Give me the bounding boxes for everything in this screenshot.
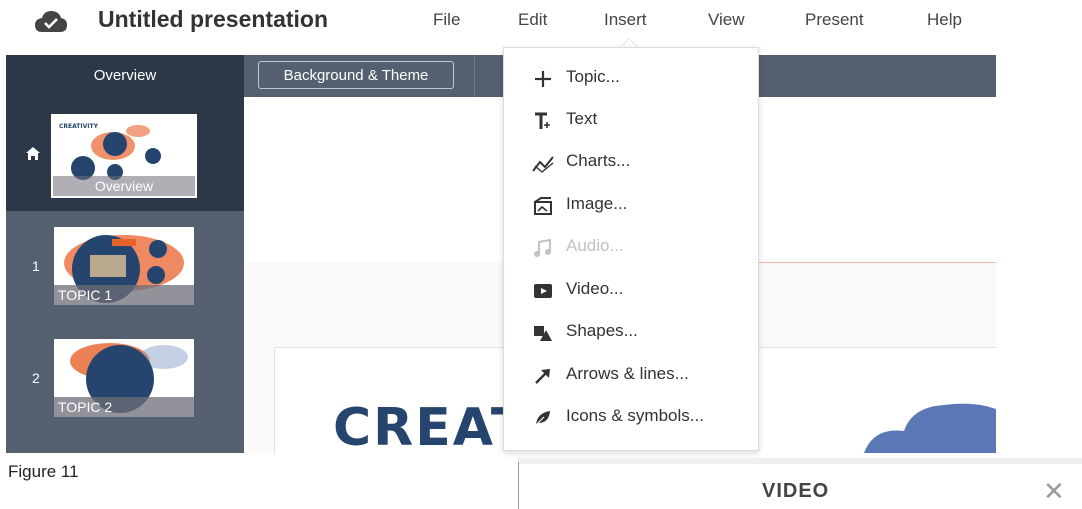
shapes-icon [534, 326, 552, 341]
menu-item-audio[interactable]: Audio... [504, 227, 758, 267]
menu-item-label: Text [566, 109, 598, 128]
menu-item-label: Arrows & lines... [566, 364, 689, 383]
slide-thumbnail[interactable]: TOPIC 2 [54, 339, 194, 417]
menu-item-video[interactable]: Video... [504, 270, 758, 310]
menu-item-topic[interactable]: Topic... [504, 58, 758, 98]
panel-divider [518, 462, 519, 509]
figure-caption: Figure 11 [8, 462, 79, 481]
arrow-icon [535, 369, 550, 384]
overview-thumb-label: Overview [53, 176, 195, 196]
chart-icon [532, 156, 554, 173]
slide-number: 1 [32, 258, 40, 274]
image-icon [534, 197, 552, 215]
plus-icon [535, 71, 551, 87]
menu-view[interactable]: View [708, 10, 745, 30]
top-bar: Untitled presentation File Edit Insert V… [0, 0, 1082, 48]
video-play-icon [534, 284, 552, 298]
menu-file[interactable]: File [433, 10, 460, 30]
close-icon[interactable]: ✕ [1043, 476, 1065, 507]
menu-item-image[interactable]: Image... [504, 185, 758, 225]
video-panel-heading: VIDEO [762, 480, 830, 502]
menu-item-label: Shapes... [566, 321, 638, 340]
insert-menu-dropdown: Topic... Text Charts... Image... Audio..… [503, 47, 759, 451]
toolbar-divider [474, 55, 475, 97]
home-icon[interactable] [26, 147, 40, 160]
panel-top-border [518, 458, 1082, 464]
slide-thumb-label: TOPIC 1 [54, 285, 194, 305]
sidebar-heading: Overview [6, 55, 244, 97]
menu-item-label: Charts... [566, 151, 631, 170]
menu-item-label: Video... [566, 279, 624, 298]
overview-thumbnail[interactable]: CREATIVITY Overview [51, 114, 197, 198]
menu-item-label: Image... [566, 194, 628, 213]
slide-sidebar: Overview CREATIVITY Overview 1 TOPIC 1 2… [6, 55, 244, 453]
menu-edit[interactable]: Edit [518, 10, 547, 30]
text-icon [535, 112, 550, 129]
slide-thumbnail[interactable]: TOPIC 1 [54, 227, 194, 305]
menu-item-label: Icons & symbols... [566, 406, 704, 425]
menu-item-arrows[interactable]: Arrows & lines... [504, 355, 758, 395]
menu-present[interactable]: Present [805, 10, 864, 30]
background-theme-button[interactable]: Background & Theme [258, 61, 454, 89]
menu-help[interactable]: Help [927, 10, 962, 30]
menu-item-shapes[interactable]: Shapes... [504, 312, 758, 352]
slide-number: 2 [32, 370, 40, 386]
menu-insert[interactable]: Insert [604, 10, 647, 30]
presentation-title[interactable]: Untitled presentation [98, 6, 328, 33]
svg-text:CREATIVITY: CREATIVITY [59, 123, 99, 130]
menu-item-charts[interactable]: Charts... [504, 142, 758, 182]
slide-thumb-label: TOPIC 2 [54, 397, 194, 417]
menu-item-text[interactable]: Text [504, 100, 758, 140]
slide-decoration-graphic [864, 403, 996, 453]
menu-item-label: Topic... [566, 67, 620, 86]
menu-item-icons-symbols[interactable]: Icons & symbols... [504, 397, 758, 437]
menu-caret [620, 38, 638, 47]
leaf-icon [534, 411, 550, 427]
slide-title-text[interactable]: CREAT [333, 398, 528, 458]
menu-item-label: Audio... [566, 236, 624, 255]
music-note-icon [534, 238, 551, 257]
overview-block: CREATIVITY Overview [6, 97, 244, 211]
cloud-saved-icon [35, 11, 67, 32]
